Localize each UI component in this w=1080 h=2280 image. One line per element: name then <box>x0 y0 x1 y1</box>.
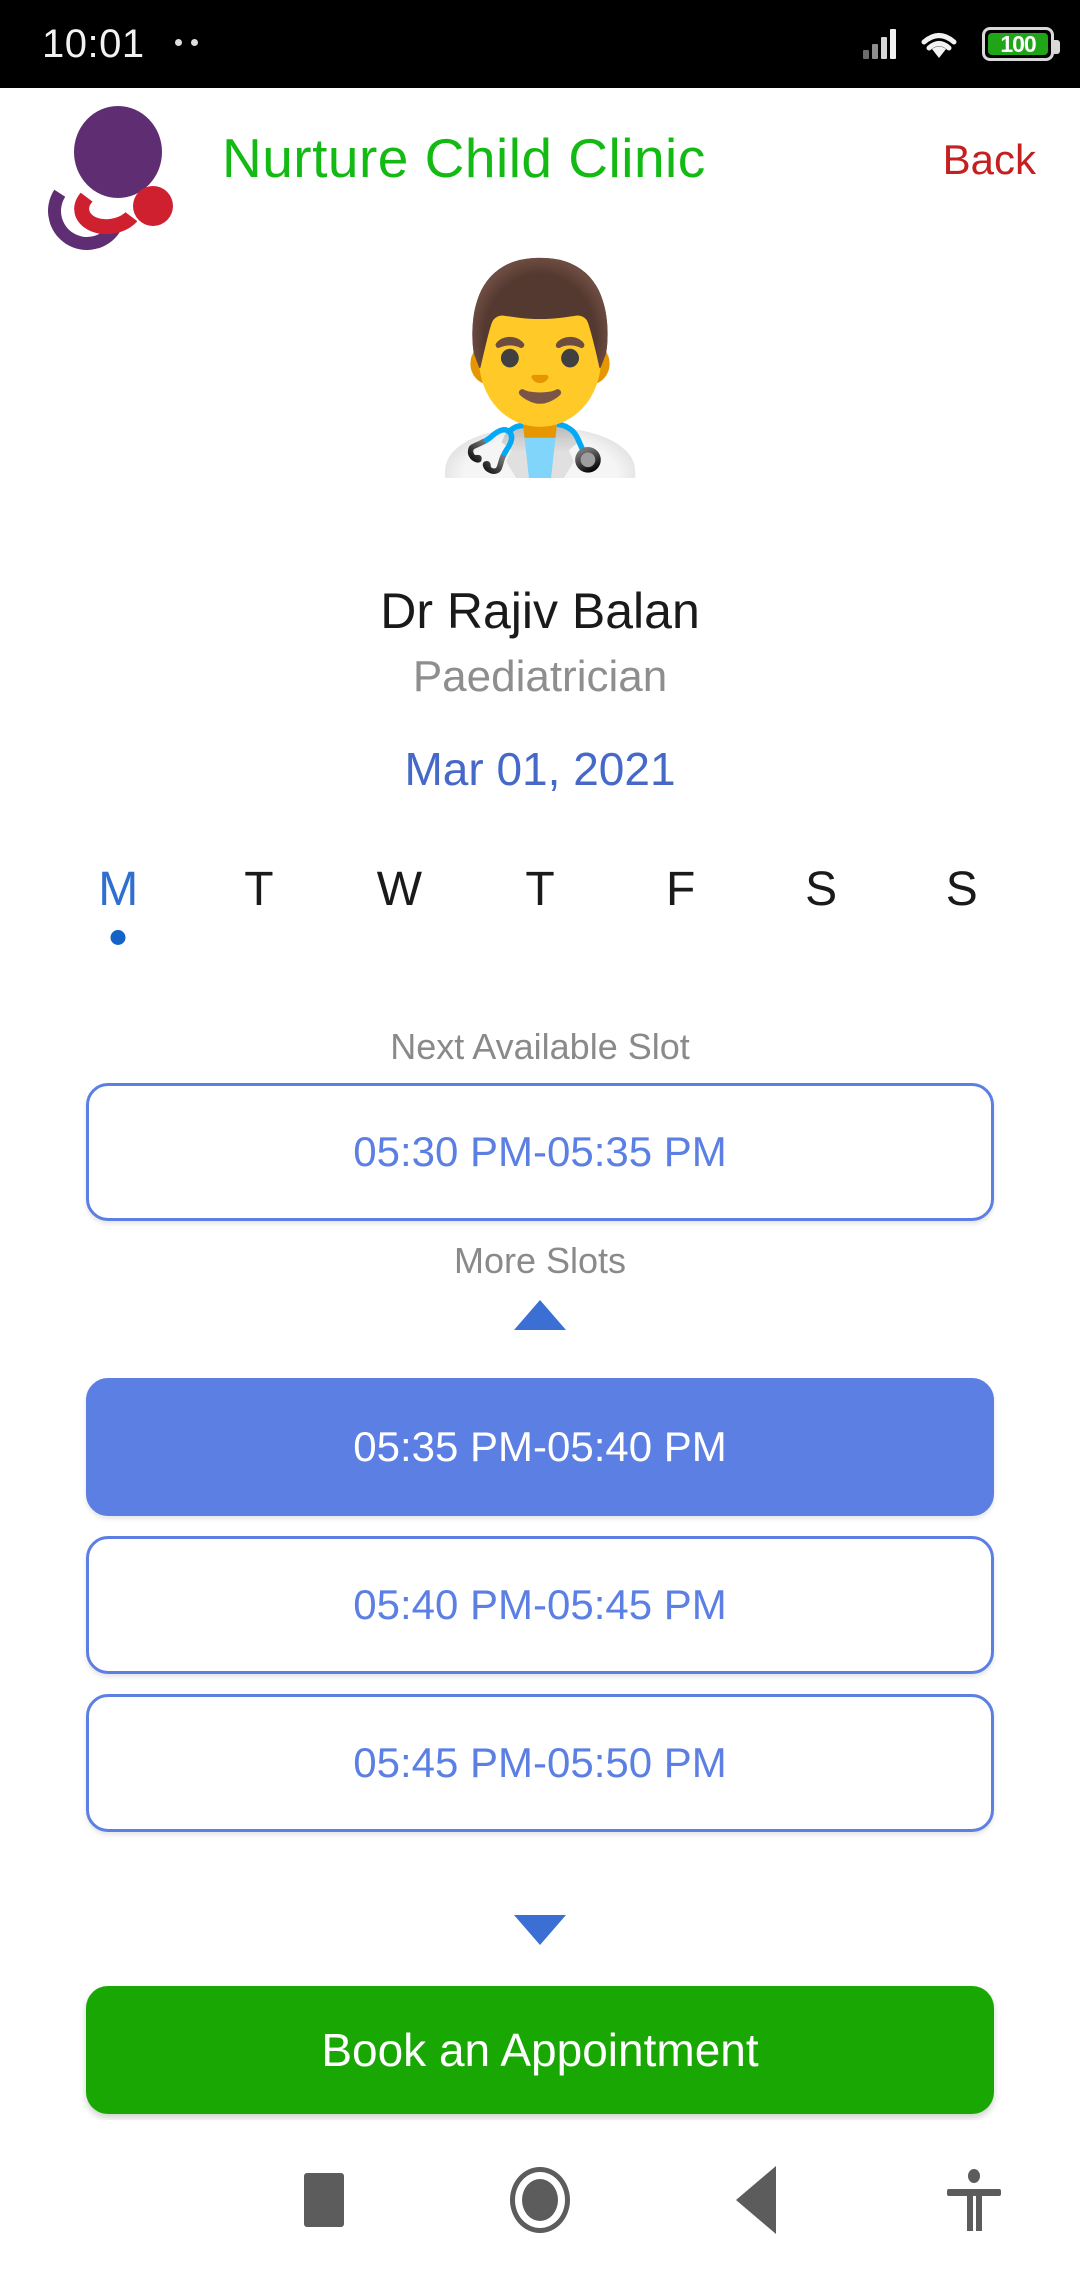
app-header: Nurture Child Clinic Back <box>0 88 1080 258</box>
back-button[interactable]: Back <box>943 136 1036 184</box>
weekday-label: F <box>665 863 696 916</box>
weekday-label: S <box>805 863 838 916</box>
doctor-speciality: Paediatrician <box>412 652 668 701</box>
clinic-logo-icon <box>40 106 173 258</box>
weekday-label: T <box>525 863 555 916</box>
next-slot-label: Next Available Slot <box>390 1026 690 1067</box>
home-circle-icon <box>510 2167 570 2233</box>
nav-recents-button[interactable] <box>216 2173 432 2227</box>
doctor-avatar-icon: 👨‍⚕️ <box>415 256 665 479</box>
chevron-up-icon[interactable] <box>514 1300 566 1330</box>
weekday-friday[interactable]: F <box>610 862 751 982</box>
weekday-label: S <box>945 863 978 916</box>
more-slots-label: More Slots <box>453 1240 627 1281</box>
appointment-date[interactable]: Mar 01, 2021 <box>0 742 1080 796</box>
app-screen: 10:01 100 Nurture Child Clinic Back <box>0 0 1080 2280</box>
battery-level: 100 <box>1000 30 1036 57</box>
slot-item[interactable]: 05:40 PM-05:45 PM <box>86 1536 994 1674</box>
nav-back-button[interactable] <box>648 2166 864 2234</box>
doctor-name: Dr Rajiv Balan <box>380 583 700 639</box>
weekday-sunday[interactable]: S <box>891 862 1032 982</box>
status-bar-right: 100 <box>863 27 1060 61</box>
slot-item[interactable]: 05:45 PM-05:50 PM <box>86 1694 994 1832</box>
status-bar: 10:01 100 <box>0 0 1080 88</box>
recents-square-icon <box>304 2173 344 2227</box>
battery-icon: 100 <box>982 27 1060 61</box>
weekday-selector: M T W T F S S <box>48 862 1032 982</box>
weekday-saturday[interactable]: S <box>751 862 892 982</box>
weekday-monday[interactable]: M <box>48 862 189 982</box>
nav-home-button[interactable] <box>432 2167 648 2233</box>
next-available-slot[interactable]: 05:30 PM-05:35 PM <box>86 1083 994 1221</box>
status-clock: 10:01 <box>42 21 145 66</box>
book-appointment-button[interactable]: Book an Appointment <box>86 1986 994 2114</box>
slot-list: 05:35 PM-05:40 PM 05:40 PM-05:45 PM 05:4… <box>0 1378 1080 1848</box>
weekday-tuesday[interactable]: T <box>189 862 330 982</box>
selected-day-dot <box>110 930 126 945</box>
weekday-label: M <box>98 863 139 916</box>
chevron-down-icon[interactable] <box>514 1915 566 1945</box>
weekday-wednesday[interactable]: W <box>329 862 470 982</box>
weekday-thursday[interactable]: T <box>470 862 611 982</box>
status-bar-left: 10:01 <box>42 22 198 67</box>
signal-bars-icon <box>863 29 896 59</box>
weekday-label: W <box>376 863 423 916</box>
notification-dots-icon <box>174 38 198 50</box>
weekday-label: T <box>244 863 274 916</box>
back-triangle-icon <box>736 2166 776 2234</box>
android-nav-bar <box>0 2120 1080 2280</box>
nav-accessibility-button[interactable] <box>864 2169 1080 2231</box>
wifi-icon <box>921 33 957 58</box>
accessibility-icon <box>947 2169 1001 2231</box>
slot-item[interactable]: 05:35 PM-05:40 PM <box>86 1378 994 1516</box>
clinic-name: Nurture Child Clinic <box>222 127 706 189</box>
